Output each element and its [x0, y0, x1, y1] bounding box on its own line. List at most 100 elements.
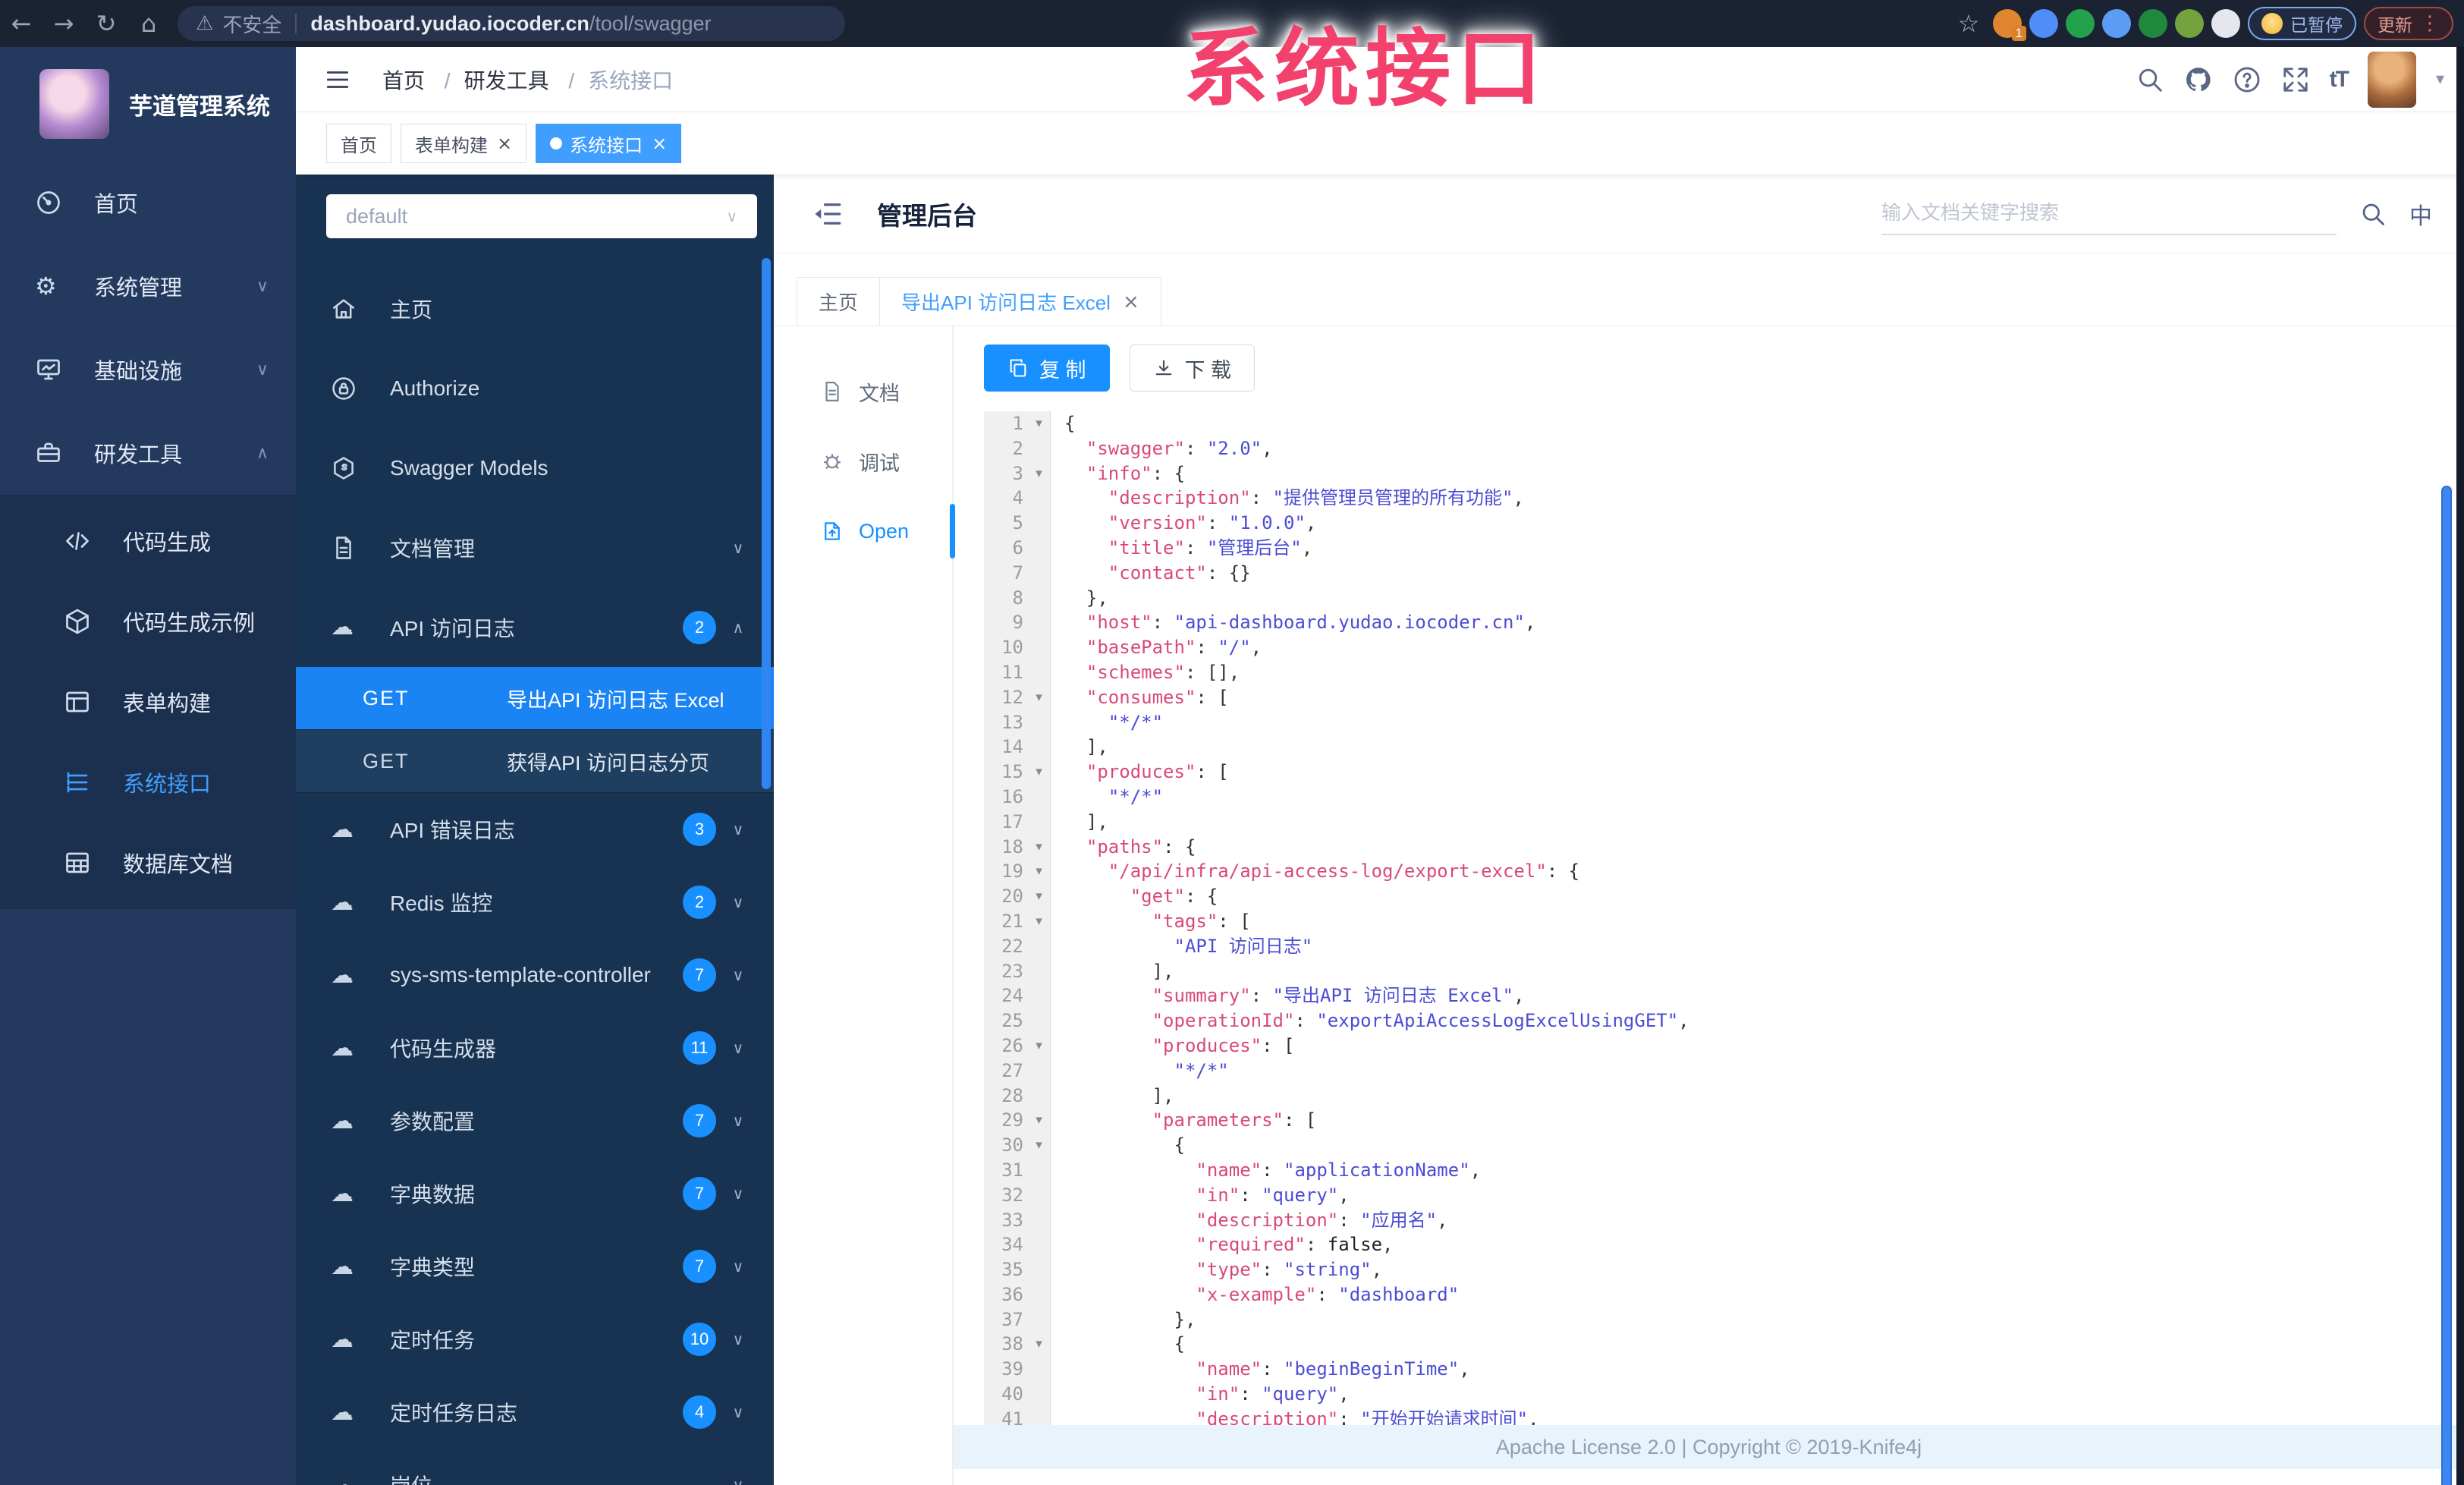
- fold-gutter[interactable]: [1028, 1357, 1051, 1383]
- group-select[interactable]: default ∨: [326, 194, 757, 238]
- tag-view-item[interactable]: 表单构建 ×: [401, 124, 527, 163]
- fold-gutter[interactable]: [1028, 709, 1051, 735]
- fold-gutter[interactable]: [1028, 1382, 1051, 1407]
- api-group-item[interactable]: 文档管理 ∨: [296, 508, 774, 587]
- fold-gutter[interactable]: ▾: [1028, 884, 1051, 909]
- fold-gutter[interactable]: [1028, 1406, 1051, 1425]
- api-group-item[interactable]: Authorize: [296, 348, 774, 428]
- api-group-item[interactable]: Swagger Models: [296, 428, 774, 508]
- fold-gutter[interactable]: [1028, 486, 1051, 511]
- logo-row[interactable]: 芋道管理系统: [0, 47, 296, 161]
- hamburger-icon[interactable]: [323, 65, 352, 94]
- bookmark-star-icon[interactable]: ☆: [1952, 9, 1985, 38]
- fold-gutter[interactable]: ▾: [1028, 834, 1051, 860]
- fold-gutter[interactable]: [1028, 809, 1051, 835]
- fold-gutter[interactable]: [1028, 1008, 1051, 1034]
- fold-gutter[interactable]: ▾: [1028, 1133, 1051, 1158]
- fold-gutter[interactable]: [1028, 585, 1051, 611]
- sidebar-subitem[interactable]: 代码生成示例: [0, 581, 296, 662]
- font-size-icon[interactable]: tT: [2330, 67, 2349, 93]
- sidebar-scrollbar[interactable]: [762, 258, 771, 789]
- reload-icon[interactable]: ↻: [85, 9, 127, 38]
- tag-view-item[interactable]: 首页: [326, 124, 391, 163]
- extension-icon[interactable]: [2139, 9, 2167, 38]
- fold-gutter[interactable]: [1028, 958, 1051, 984]
- fold-gutter[interactable]: ▾: [1028, 684, 1051, 710]
- fold-gutter[interactable]: ▾: [1028, 908, 1051, 934]
- breadcrumb-item[interactable]: 研发工具 /: [464, 64, 589, 95]
- sidebar-item[interactable]: ⚙ 系统管理 ∨: [0, 244, 296, 328]
- fold-gutter[interactable]: [1028, 1157, 1051, 1183]
- fold-gutter[interactable]: [1028, 1257, 1051, 1282]
- sidebar-subitem[interactable]: 表单构建: [0, 662, 296, 742]
- fold-gutter[interactable]: [1028, 560, 1051, 586]
- fold-gutter[interactable]: [1028, 511, 1051, 536]
- fold-gutter[interactable]: ▾: [1028, 1332, 1051, 1358]
- fold-gutter[interactable]: [1028, 1232, 1051, 1258]
- sidebar-subitem[interactable]: 系统接口: [0, 742, 296, 823]
- github-icon[interactable]: [2184, 65, 2213, 94]
- search-icon[interactable]: [2359, 200, 2387, 228]
- extension-icon[interactable]: 1: [1993, 9, 2026, 41]
- home-icon[interactable]: ⌂: [127, 9, 170, 38]
- sidebar-subitem[interactable]: 代码生成: [0, 501, 296, 581]
- fold-gutter[interactable]: [1028, 1207, 1051, 1233]
- fold-gutter[interactable]: [1028, 610, 1051, 636]
- caret-down-icon[interactable]: ▾: [2436, 70, 2444, 89]
- extension-icon[interactable]: [2211, 9, 2240, 38]
- sidebar-item[interactable]: 首页: [0, 161, 296, 244]
- sidebar-subitem[interactable]: 数据库文档: [0, 823, 296, 903]
- fold-gutter[interactable]: ▾: [1028, 760, 1051, 785]
- back-icon[interactable]: ←: [0, 9, 42, 38]
- api-group-item[interactable]: ☁ API 错误日志 3 ∨: [296, 793, 774, 866]
- swagger-json-editor[interactable]: 1 ▾ { 2 "swagger": "2.0", 3 ▾ "info": { …: [984, 411, 2464, 1425]
- user-avatar[interactable]: [2367, 51, 2416, 108]
- fold-gutter[interactable]: [1028, 1058, 1051, 1084]
- copy-button[interactable]: 复 制: [984, 345, 1110, 392]
- fold-gutter[interactable]: ▾: [1028, 461, 1051, 486]
- sidebar-item[interactable]: 研发工具 ∧: [0, 411, 296, 495]
- api-group-item[interactable]: ☁ 定时任务日志 4 ∨: [296, 1376, 774, 1449]
- doc-tab[interactable]: 主页: [797, 277, 881, 326]
- breadcrumb-item[interactable]: 系统接口: [588, 64, 673, 95]
- api-group-item[interactable]: ☁ 参数配置 7 ∨: [296, 1084, 774, 1157]
- content-scrollbar[interactable]: [2441, 486, 2452, 1485]
- extension-icon[interactable]: [2066, 9, 2095, 38]
- fold-gutter[interactable]: [1028, 933, 1051, 959]
- doc-nav-item[interactable]: Open: [774, 496, 955, 566]
- close-icon[interactable]: ×: [652, 133, 667, 154]
- address-bar[interactable]: ⚠ 不安全 dashboard.yudao.iocoder.cn /tool/s…: [178, 6, 845, 41]
- fold-gutter[interactable]: [1028, 735, 1051, 760]
- api-group-item[interactable]: ☁ 字典数据 7 ∨: [296, 1157, 774, 1230]
- fold-gutter[interactable]: [1028, 1083, 1051, 1109]
- doc-tab[interactable]: 导出API 访问日志 Excel ×: [879, 277, 1161, 326]
- api-group-item[interactable]: ☁ 岗位 ∨: [296, 1449, 774, 1485]
- fold-gutter[interactable]: ▾: [1028, 411, 1051, 436]
- sidebar-item[interactable]: 基础设施 ∨: [0, 328, 296, 411]
- doc-nav-item[interactable]: 调试: [774, 426, 952, 496]
- fold-gutter[interactable]: [1028, 659, 1051, 685]
- menu-dots-icon[interactable]: ⋮: [2420, 12, 2440, 35]
- extension-icon[interactable]: [2029, 9, 2058, 38]
- update-badge[interactable]: 更新 ⋮: [2364, 7, 2453, 40]
- api-group-item[interactable]: ☁ 字典类型 7 ∨: [296, 1230, 774, 1303]
- extension-icon[interactable]: [2102, 9, 2131, 38]
- doc-nav-item[interactable]: 文档: [774, 357, 952, 426]
- close-icon[interactable]: ×: [497, 133, 512, 154]
- fold-gutter[interactable]: [1028, 635, 1051, 660]
- window-scrollbar[interactable]: [2456, 47, 2464, 1485]
- fold-gutter[interactable]: ▾: [1028, 1108, 1051, 1134]
- doc-search-input[interactable]: [1881, 192, 2337, 235]
- forward-icon[interactable]: →: [42, 9, 85, 38]
- fold-gutter[interactable]: [1028, 1307, 1051, 1332]
- fold-gutter[interactable]: [1028, 983, 1051, 1009]
- paused-badge[interactable]: 已暂停: [2248, 7, 2356, 40]
- search-icon[interactable]: [2136, 65, 2164, 94]
- api-group-item[interactable]: ☁ sys-sms-template-controller 7 ∨: [296, 939, 774, 1011]
- api-group-item[interactable]: ☁ Redis 监控 2 ∨: [296, 866, 774, 939]
- fold-gutter[interactable]: [1028, 784, 1051, 810]
- api-group-item[interactable]: ☁ 定时任务 10 ∨: [296, 1303, 774, 1376]
- fold-gutter[interactable]: ▾: [1028, 1033, 1051, 1059]
- fold-gutter[interactable]: ▾: [1028, 859, 1051, 885]
- api-group-item[interactable]: ☁ 代码生成器 11 ∨: [296, 1011, 774, 1084]
